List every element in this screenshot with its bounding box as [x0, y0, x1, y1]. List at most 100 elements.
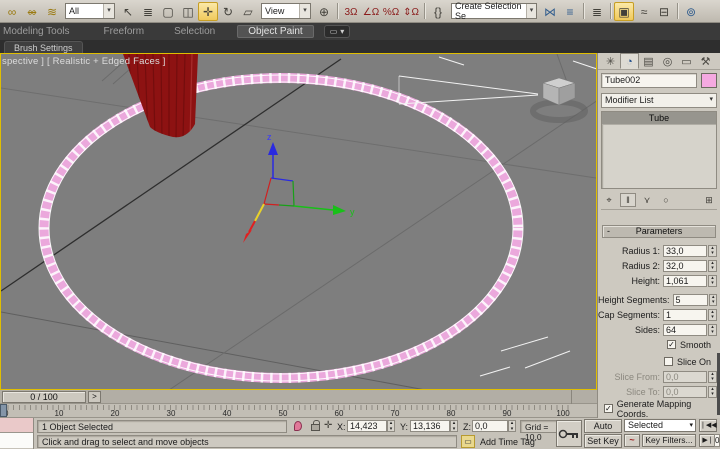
brush-settings-panel-tab[interactable]: Brush Settings	[4, 41, 83, 53]
select-and-manipulate-icon[interactable]: ⊕	[314, 2, 334, 21]
align-icon[interactable]: ≡	[560, 2, 580, 21]
chevron-down-icon: ▾	[103, 4, 114, 18]
slice-on-checkbox[interactable]	[664, 357, 673, 366]
sides-spinner[interactable]: ▴▾	[708, 324, 717, 336]
isolate-selection-icon[interactable]	[294, 421, 302, 431]
tab-freeform[interactable]: Freeform	[94, 25, 155, 38]
default-in-out-tangents-button[interactable]: ~	[624, 434, 640, 447]
select-object-icon[interactable]: ↖	[118, 2, 138, 21]
height-segments-spinner[interactable]: ▴▾	[709, 294, 717, 306]
window-crossing-icon[interactable]: ◫	[178, 2, 198, 21]
sides-field[interactable]: 64	[663, 324, 707, 336]
track-bar[interactable]: 0 10 20 30 40 50 60 70 80 90 100	[0, 404, 597, 418]
create-tab-icon[interactable]: ✳	[601, 53, 620, 69]
time-slider-track[interactable]: 0 / 100 >	[0, 390, 597, 404]
time-slider-handle[interactable]: 0 / 100	[2, 391, 86, 403]
unlink-selection-icon[interactable]: ∞	[22, 2, 42, 21]
y-spinner[interactable]: ▴▾	[450, 420, 458, 432]
smooth-checkbox[interactable]: ✓	[667, 340, 676, 349]
x-coordinate-label: X:	[337, 422, 346, 432]
select-and-scale-icon[interactable]: ▱	[238, 2, 258, 21]
schematic-view-icon[interactable]: ⊟	[654, 2, 674, 21]
angle-snap-icon[interactable]: ∠Ω	[361, 2, 381, 21]
edit-named-selection-sets-icon[interactable]: {}	[428, 2, 448, 21]
modifier-stack-item-tube[interactable]: Tube	[602, 112, 716, 125]
auto-key-button[interactable]: Auto Key	[584, 419, 622, 433]
modifier-stack[interactable]: Tube	[601, 111, 717, 189]
height-field[interactable]: 1,061	[663, 275, 707, 287]
x-coordinate-field[interactable]: 14,423	[347, 420, 387, 432]
z-spinner[interactable]: ▴▾	[508, 420, 516, 432]
set-keys-button[interactable]	[556, 420, 582, 447]
tab-modeling-tools[interactable]: Modeling Tools	[0, 25, 80, 38]
tube-ring-object[interactable]	[39, 75, 523, 381]
tab-selection[interactable]: Selection	[164, 25, 225, 38]
key-filters-button[interactable]: Key Filters...	[642, 434, 696, 447]
select-and-rotate-icon[interactable]: ↻	[218, 2, 238, 21]
modify-tab-icon[interactable]: ◔	[620, 53, 639, 69]
select-and-move-icon[interactable]: ✛	[198, 2, 218, 21]
percent-snap-icon[interactable]: %Ω	[381, 2, 401, 21]
snaps-toggle-icon[interactable]: 3Ω	[341, 2, 361, 21]
transform-type-in-icon[interactable]: ✛	[324, 420, 332, 431]
set-key-button[interactable]: Set Key	[584, 434, 622, 448]
make-unique-icon[interactable]: ⋎	[639, 193, 655, 207]
perspective-viewport[interactable]: z y spective ] [ Realistic +	[0, 53, 597, 390]
select-and-link-icon[interactable]: ∞	[2, 2, 22, 21]
absolute-mode-toggle[interactable]: ▭	[461, 435, 475, 448]
rectangular-selection-region-icon[interactable]: ▢	[158, 2, 178, 21]
toggle-ribbon-icon[interactable]: ▣	[614, 2, 634, 21]
object-color-swatch[interactable]	[701, 73, 717, 88]
move-gizmo[interactable]: z y	[243, 132, 355, 243]
tab-object-paint[interactable]: Object Paint	[237, 25, 313, 38]
mirror-icon[interactable]: ⋈	[540, 2, 560, 21]
gizmo-x-axis-highlighted[interactable]	[255, 204, 264, 221]
generate-mapping-checkbox[interactable]: ✓	[604, 404, 613, 413]
listener-script-row[interactable]	[0, 433, 33, 448]
selection-lock-icon[interactable]	[311, 424, 320, 431]
viewport-label[interactable]: spective ] [ Realistic + Edged Faces ]	[2, 56, 166, 67]
z-coordinate-field[interactable]: 0,0	[472, 420, 508, 432]
display-tab-icon[interactable]: ▭	[677, 53, 696, 69]
object-name-field[interactable]: Tube002	[601, 73, 697, 88]
parameters-rollout-header[interactable]: - Parameters	[602, 225, 716, 238]
key-selection-dropdown[interactable]: Selected ▾	[624, 419, 696, 432]
cap-segments-field[interactable]: 1	[663, 309, 707, 321]
y-coordinate-field[interactable]: 13,136	[410, 420, 450, 432]
named-selection-set-dropdown[interactable]: Create Selection Se ▾	[451, 3, 537, 19]
layer-manager-icon[interactable]: ≣	[587, 2, 607, 21]
next-frame-arrow-button[interactable]: >	[88, 391, 101, 403]
add-time-tag[interactable]: Add Time Tag	[480, 437, 535, 447]
configure-modifier-sets-icon[interactable]: ⊞	[701, 193, 717, 207]
remove-modifier-icon[interactable]: ○	[658, 193, 674, 207]
bind-to-space-warp-icon[interactable]: ≋	[42, 2, 62, 21]
go-to-start-button[interactable]: ❘◀◀	[699, 419, 717, 432]
cap-segments-spinner[interactable]: ▴▾	[708, 309, 717, 321]
reference-coordinate-dropdown[interactable]: View ▾	[261, 3, 311, 19]
pin-stack-icon[interactable]: ⌖	[601, 193, 617, 207]
listener-macro-row[interactable]	[0, 418, 33, 433]
select-by-name-icon[interactable]: ≣	[138, 2, 158, 21]
spinner-snap-icon[interactable]: ⇕Ω	[401, 2, 421, 21]
chevron-down-icon: ▾	[299, 4, 310, 18]
radius1-field[interactable]: 33,0	[663, 245, 707, 257]
current-frame-field[interactable]: 0	[714, 434, 720, 447]
utilities-tab-icon[interactable]: ⚒	[696, 53, 715, 69]
show-end-result-icon[interactable]: ‖	[620, 193, 636, 207]
x-spinner[interactable]: ▴▾	[387, 420, 395, 432]
selection-filter-dropdown[interactable]: All ▾	[65, 3, 115, 19]
gizmo-y-axis[interactable]	[294, 206, 333, 210]
ribbon-overflow-button[interactable]: ▭ ▾	[324, 25, 351, 38]
radius2-field[interactable]: 32,0	[663, 260, 707, 272]
motion-tab-icon[interactable]: ◎	[658, 53, 677, 69]
maxscript-mini-listener[interactable]	[0, 418, 34, 449]
height-segments-field[interactable]: 5	[673, 294, 709, 306]
track-bar-frame-handle[interactable]	[0, 404, 7, 417]
radius2-spinner[interactable]: ▴▾	[708, 260, 717, 272]
material-editor-icon[interactable]: ⊚	[681, 2, 701, 21]
hierarchy-tab-icon[interactable]: ▤	[639, 53, 658, 69]
curve-editor-icon[interactable]: ≈	[634, 2, 654, 21]
modifier-list-dropdown[interactable]: Modifier List ▾	[601, 93, 717, 108]
radius1-spinner[interactable]: ▴▾	[708, 245, 717, 257]
height-spinner[interactable]: ▴▾	[708, 275, 717, 287]
